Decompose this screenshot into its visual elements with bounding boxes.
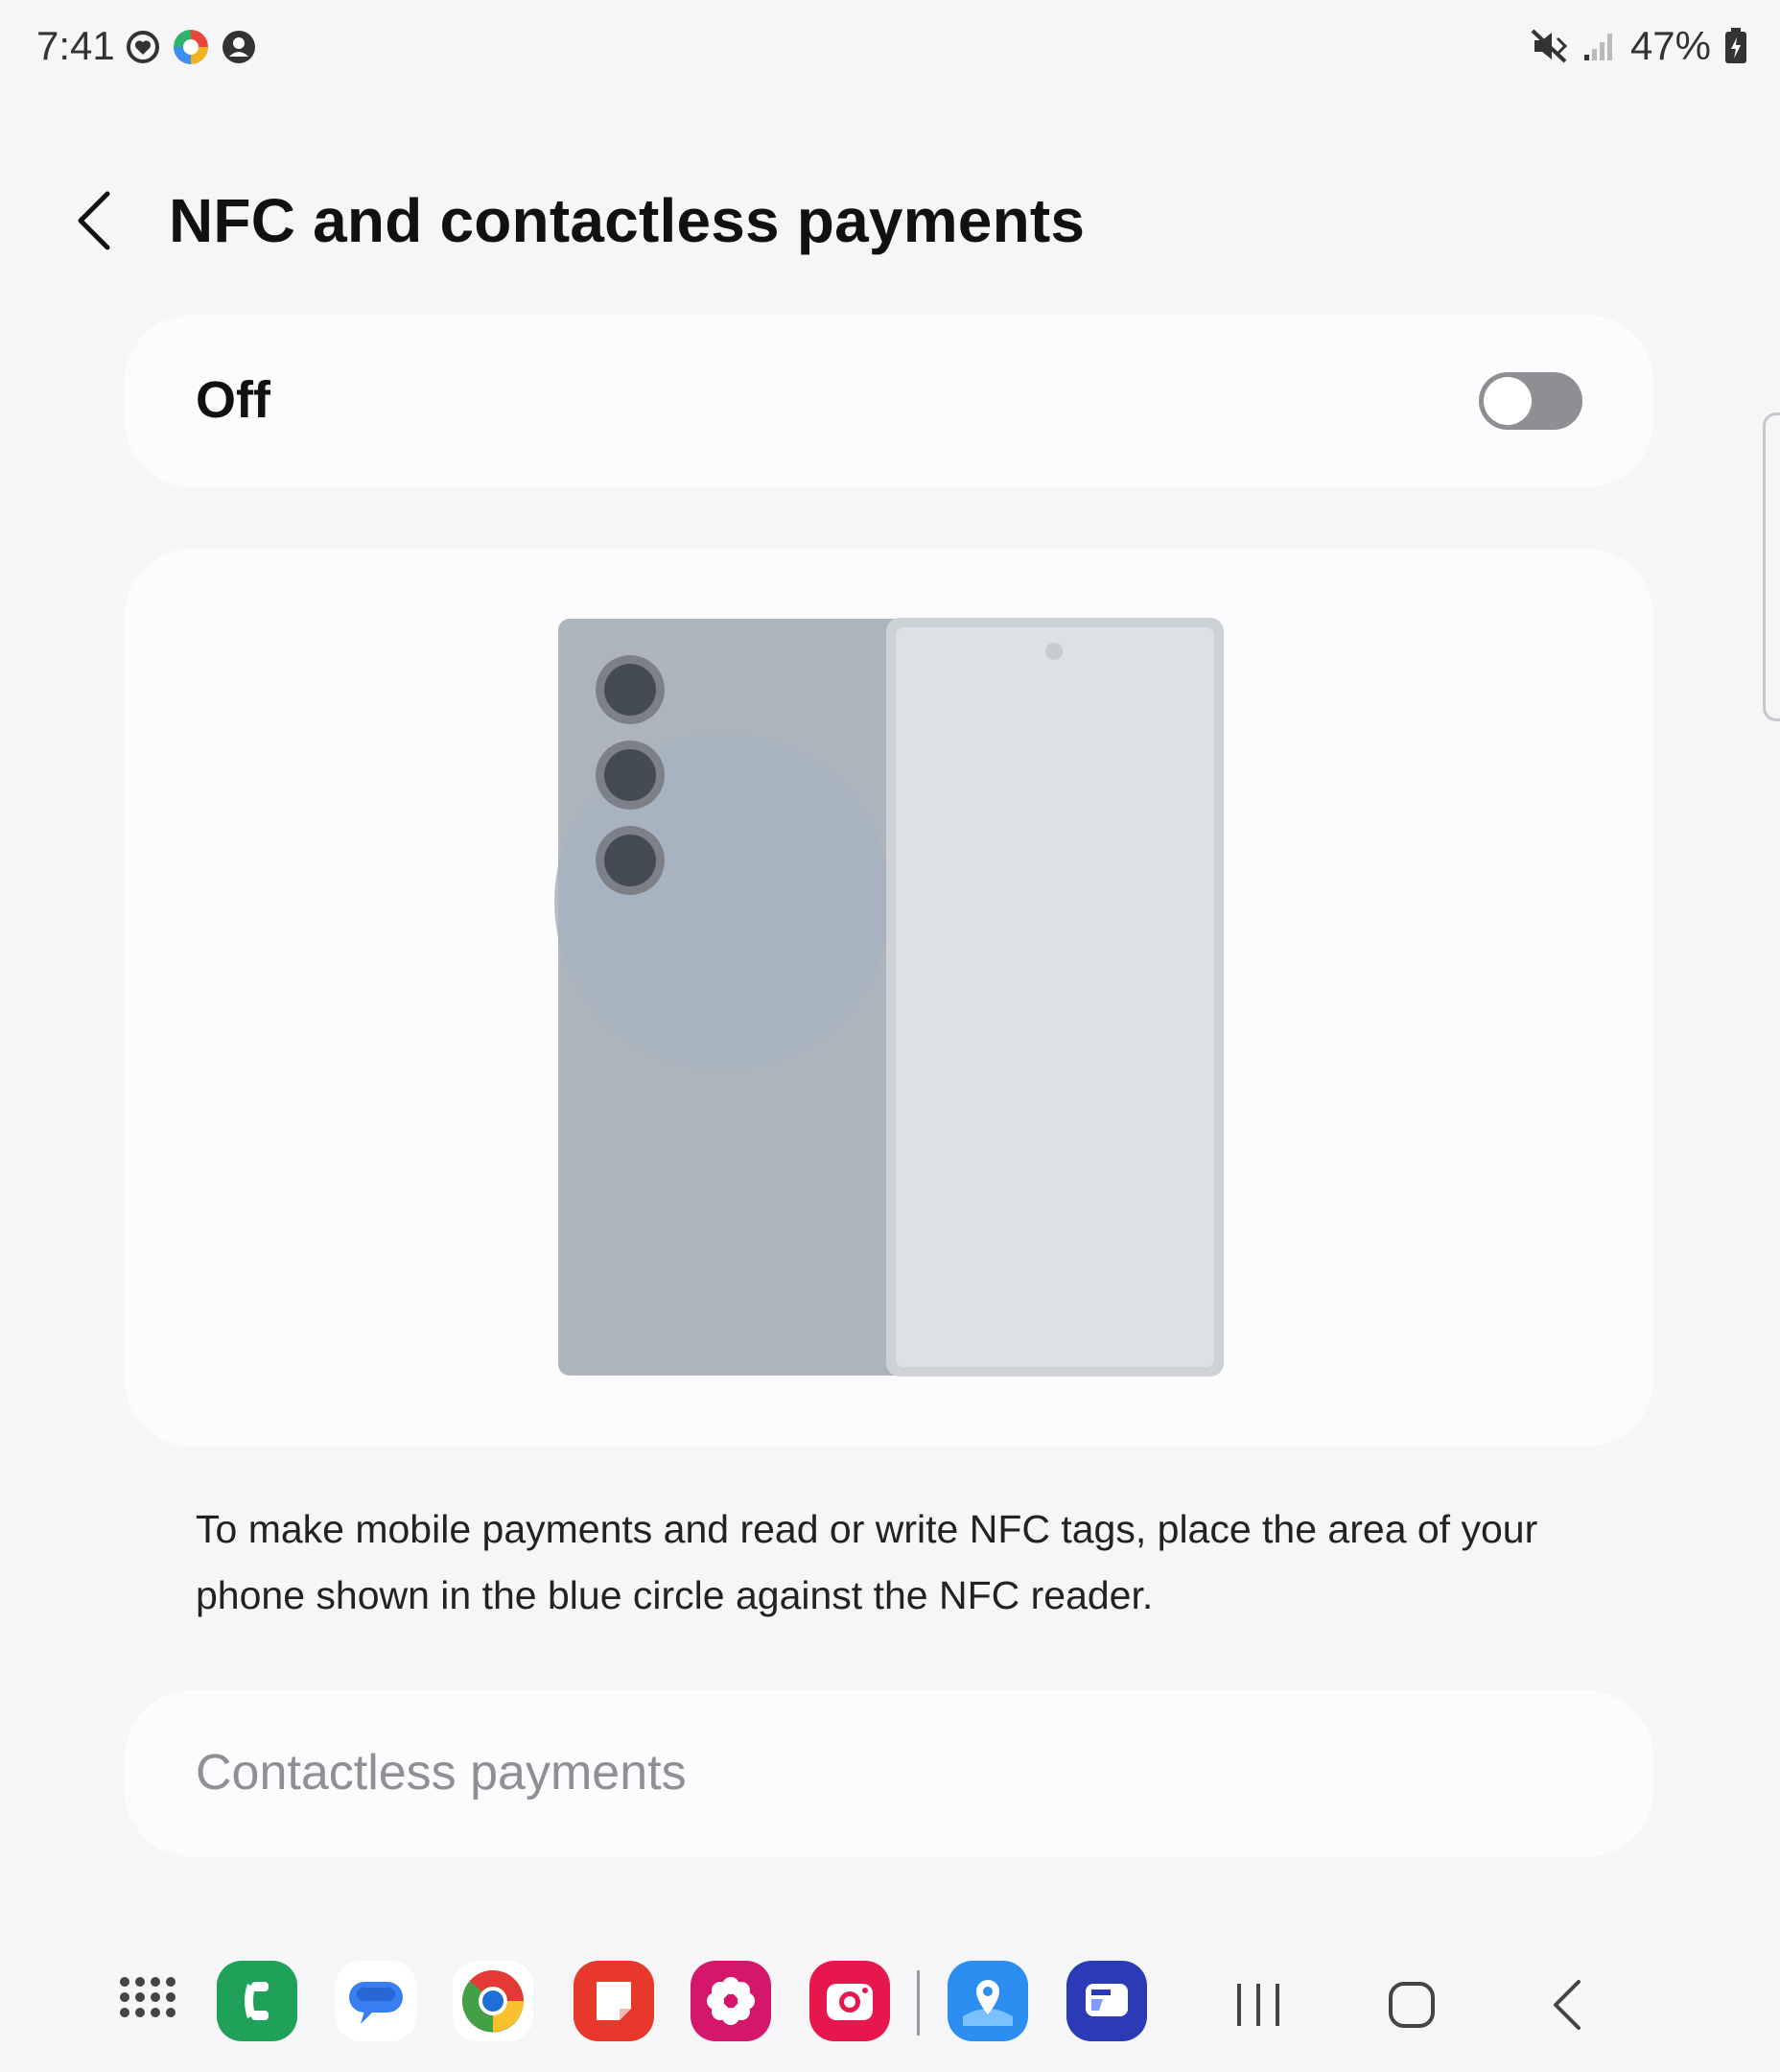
back-nav-icon bbox=[1554, 1980, 1581, 2030]
taskbar bbox=[0, 1947, 1780, 2072]
status-time: 7:41 bbox=[36, 23, 115, 68]
signal-icon bbox=[1583, 34, 1612, 60]
camera-app-icon[interactable] bbox=[809, 1961, 890, 2041]
maps-app-icon[interactable] bbox=[948, 1961, 1028, 2041]
contactless-payments-row[interactable]: Contactless payments bbox=[125, 1690, 1653, 1857]
recents-icon bbox=[1237, 1984, 1279, 2026]
camera-lenses bbox=[596, 655, 665, 895]
status-bar: 7:41 47% bbox=[0, 0, 1780, 96]
phone-front-screen bbox=[896, 627, 1214, 1367]
nfc-master-switch-row[interactable]: Off bbox=[125, 315, 1653, 487]
toggle-knob bbox=[1484, 377, 1532, 425]
home-icon bbox=[1389, 1982, 1435, 2028]
back-button[interactable] bbox=[69, 184, 136, 257]
nfc-description-text: To make mobile payments and read or writ… bbox=[196, 1507, 1538, 1617]
gallery-app-icon[interactable] bbox=[691, 1961, 771, 2041]
contactless-payments-label: Contactless payments bbox=[196, 1745, 687, 1801]
chevron-left-icon bbox=[78, 191, 110, 250]
mute-vibrate-icon bbox=[1531, 29, 1568, 63]
taskbar-divider bbox=[917, 1970, 920, 2036]
phone-app-icon[interactable] bbox=[217, 1961, 297, 2041]
account-icon bbox=[222, 31, 255, 63]
home-button[interactable] bbox=[1377, 1970, 1446, 2039]
front-camera bbox=[1045, 643, 1063, 660]
nav-back-button[interactable] bbox=[1534, 1970, 1604, 2039]
recents-button[interactable] bbox=[1224, 1970, 1293, 2039]
messages-app-icon[interactable] bbox=[336, 1961, 416, 2041]
battery-charging-icon bbox=[1725, 28, 1746, 63]
battery-percentage: 47% bbox=[1629, 23, 1711, 68]
edge-panel-handle[interactable] bbox=[1763, 412, 1780, 721]
notes-app-icon[interactable] bbox=[574, 1961, 654, 2041]
status-right: 47% bbox=[1531, 23, 1747, 69]
app-drawer-button[interactable] bbox=[117, 1974, 178, 2036]
samsung-internet-app-icon[interactable] bbox=[1066, 1961, 1147, 2041]
app-grid-icon bbox=[120, 1977, 176, 2017]
nfc-illustration-card bbox=[125, 549, 1653, 1447]
chrome-app-icon[interactable] bbox=[453, 1961, 533, 2041]
foldable-phone-illustration bbox=[554, 618, 1224, 1377]
nfc-switch-label: Off bbox=[196, 371, 270, 429]
status-left-icons bbox=[125, 27, 257, 67]
colorful-app-icon bbox=[174, 30, 208, 64]
page-title: NFC and contactless payments bbox=[169, 186, 1086, 255]
heart-face-icon bbox=[127, 31, 159, 63]
nfc-toggle-switch[interactable] bbox=[1479, 372, 1582, 430]
